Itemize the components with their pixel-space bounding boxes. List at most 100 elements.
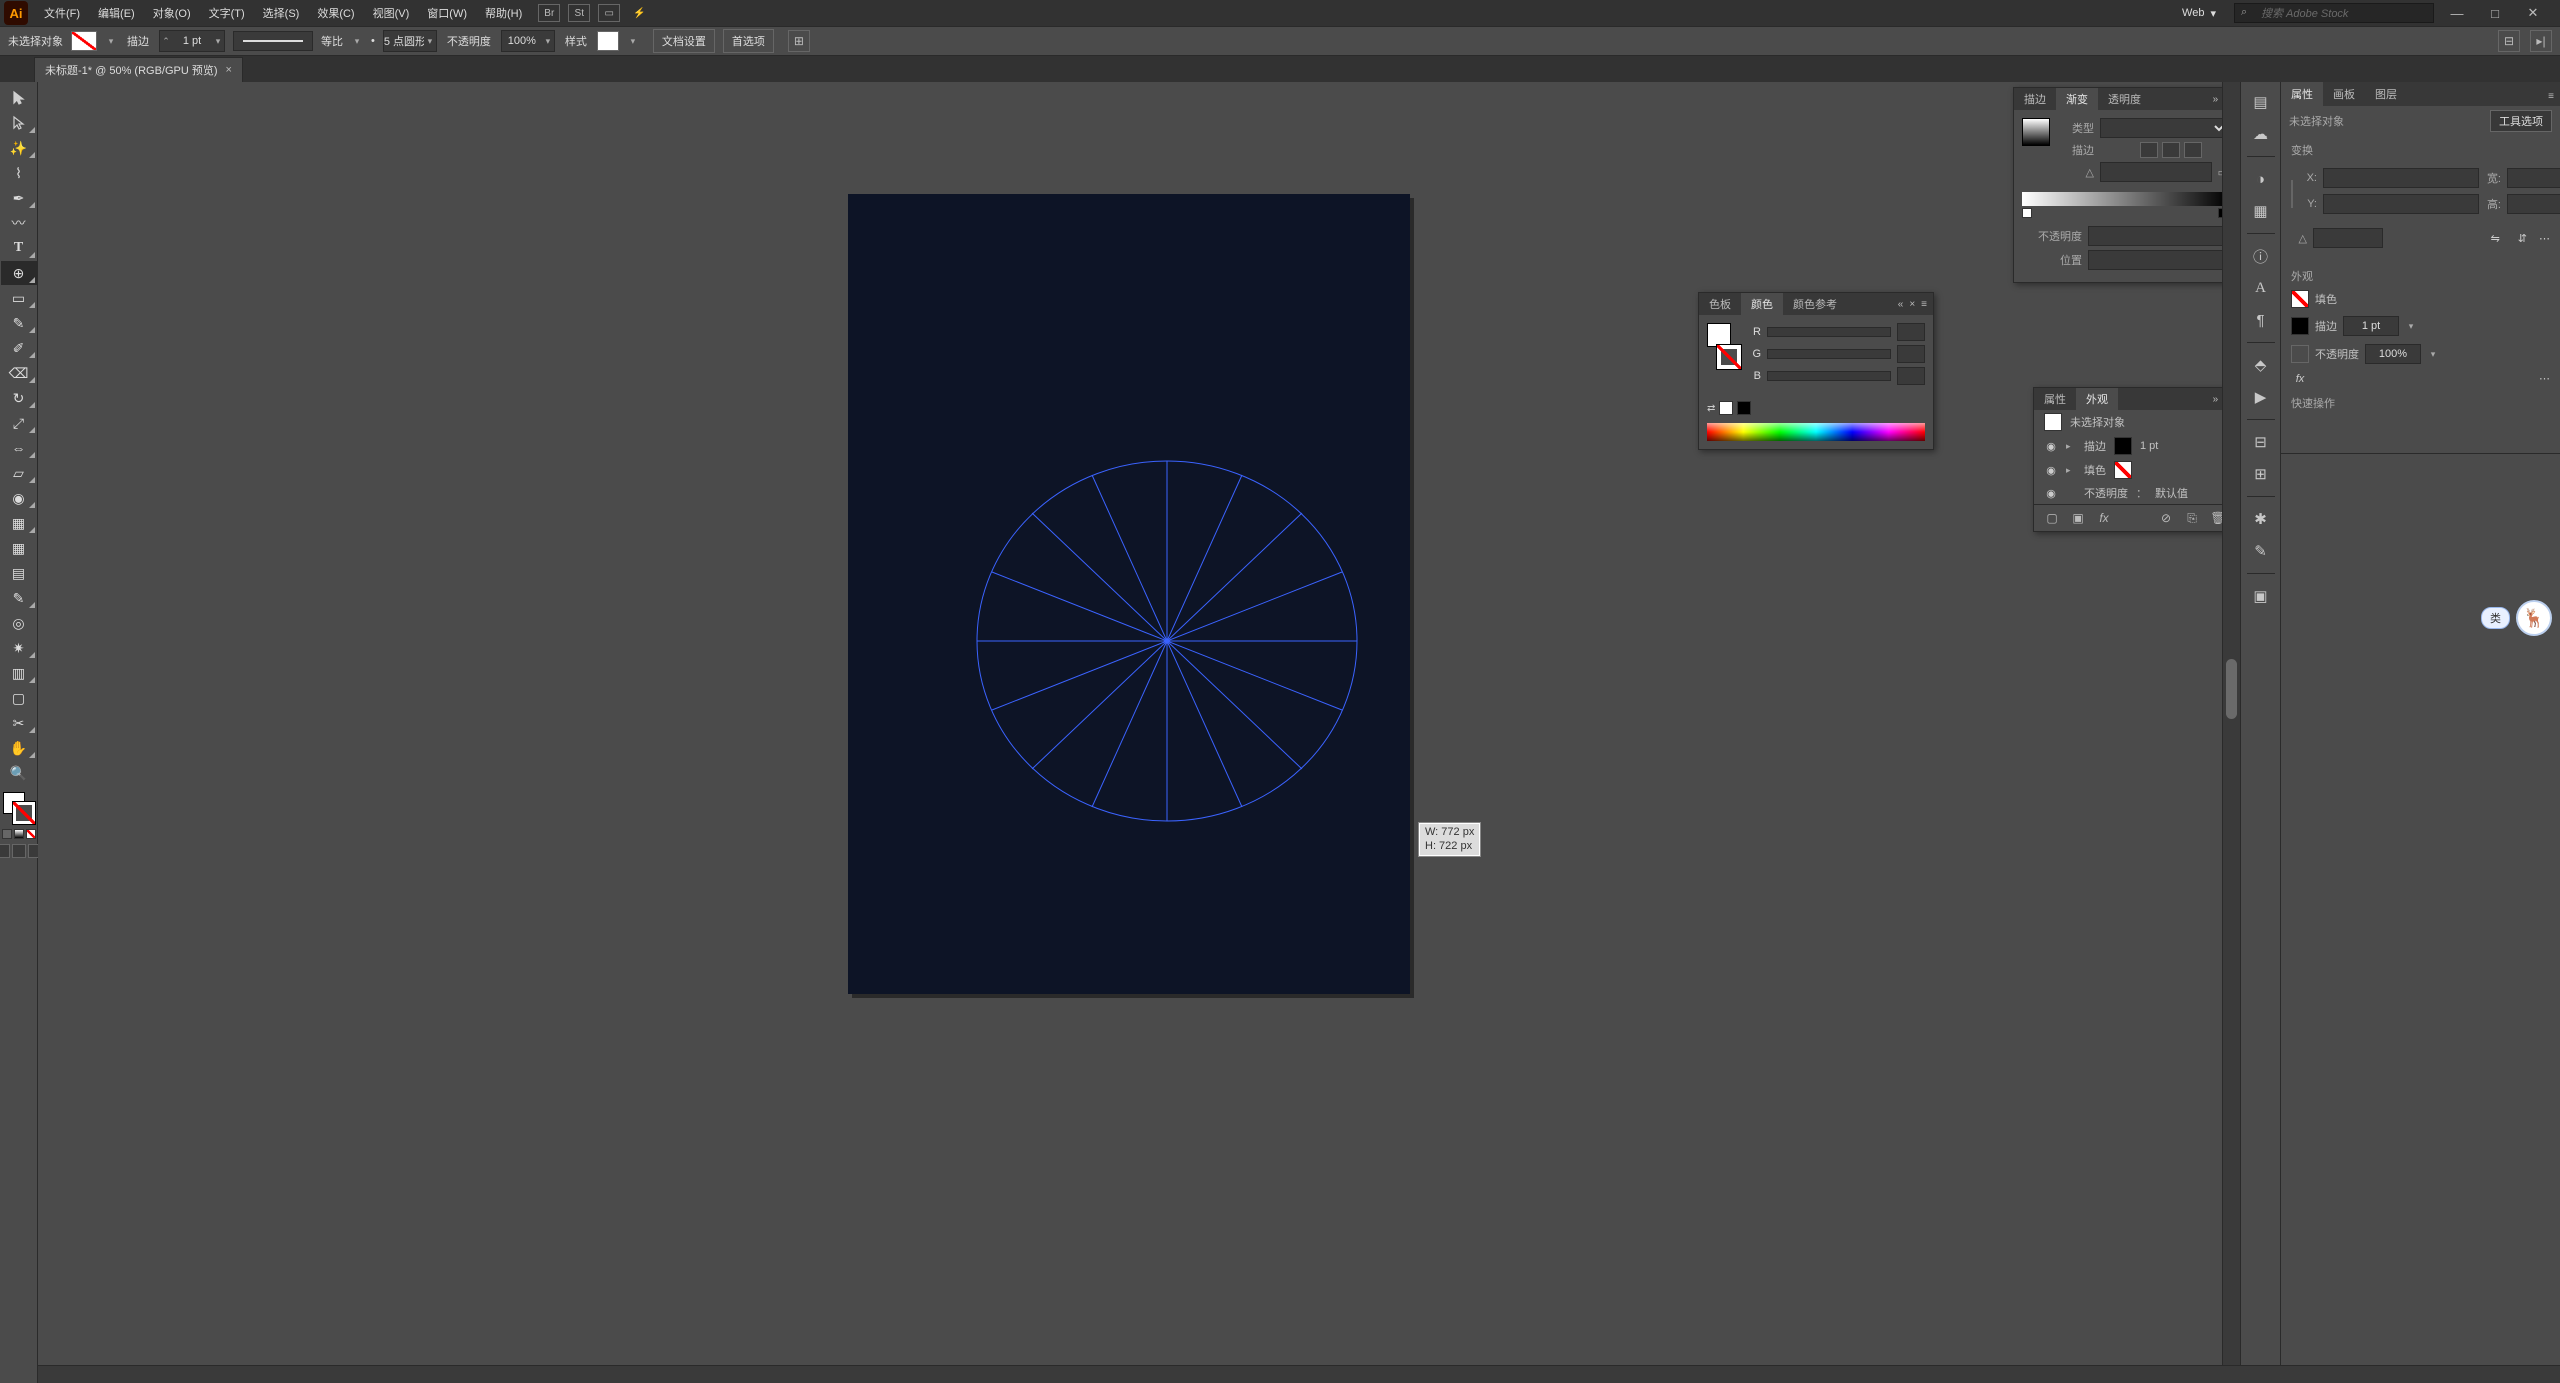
scale-tool[interactable]: ⤢ [1, 411, 37, 435]
chevron-down-icon[interactable]: ▾ [212, 36, 224, 47]
collapse-icon[interactable]: » [2213, 394, 2219, 405]
eyedropper-tool[interactable]: ✎ [1, 586, 37, 610]
stroke-apply-within[interactable] [2140, 142, 2158, 158]
fill-swatch[interactable] [71, 31, 97, 51]
rectangle-tool[interactable]: ▭ [1, 286, 37, 310]
strip-transform-icon[interactable]: ⊞ [2247, 460, 2275, 488]
brush-input[interactable] [384, 35, 424, 47]
tab-appearance[interactable]: 外观 [2076, 388, 2118, 410]
visibility-icon[interactable]: ◉ [2044, 440, 2058, 453]
scroll-thumb[interactable] [2226, 659, 2237, 719]
opacity-stepper[interactable]: ▾ [501, 30, 555, 52]
menu-file[interactable]: 文件(F) [36, 1, 88, 25]
opacity-swatch[interactable] [2291, 345, 2309, 363]
bridge-icon[interactable]: Br [538, 4, 560, 22]
mesh-tool[interactable]: ▦ [1, 536, 37, 560]
opacity-stepper[interactable] [2365, 344, 2421, 364]
menu-effect[interactable]: 效果(C) [309, 1, 362, 25]
stroke-apply-along[interactable] [2162, 142, 2180, 158]
chevron-down-icon[interactable]: ▾ [627, 36, 639, 47]
strip-char-icon[interactable]: A [2247, 274, 2275, 302]
tab-color[interactable]: 颜色 [1741, 293, 1783, 315]
stroke-apply-across[interactable] [2184, 142, 2202, 158]
collapse-icon[interactable]: « [1898, 299, 1904, 310]
artboard-tool[interactable]: ▢ [1, 686, 37, 710]
clear-icon[interactable]: ⊘ [2156, 509, 2176, 527]
menu-window[interactable]: 窗口(W) [419, 1, 475, 25]
visibility-icon[interactable]: ◉ [2044, 487, 2058, 500]
panel-toggle-icon[interactable]: ⊟ [2498, 30, 2520, 52]
menu-type[interactable]: 文字(T) [201, 1, 253, 25]
gradient-panel[interactable]: 描边 渐变 透明度 » ≡ 类型 描边 [2013, 87, 2237, 283]
duplicate-icon[interactable]: ⎘ [2182, 509, 2202, 527]
document-tab[interactable]: 未标题-1* @ 50% (RGB/GPU 预览) × [34, 57, 243, 82]
tab-properties[interactable]: 属性 [2281, 82, 2323, 106]
menu-icon[interactable]: ≡ [2548, 91, 2554, 102]
gradient-type-select[interactable] [2100, 118, 2228, 138]
brush-stepper[interactable]: ▾ [383, 30, 437, 52]
row-stroke-swatch[interactable] [2114, 437, 2132, 455]
strip-properties-icon[interactable]: ▤ [2247, 88, 2275, 116]
rotate-tool[interactable]: ↻ [1, 386, 37, 410]
chevron-down-icon[interactable]: ▾ [351, 36, 363, 47]
stroke-profile[interactable] [233, 31, 313, 51]
gradient-stop-start[interactable] [2022, 208, 2032, 218]
tab-layers[interactable]: 图层 [2365, 82, 2407, 106]
perspective-grid-tool[interactable]: ▦ [1, 511, 37, 535]
vertical-scrollbar[interactable] [2222, 82, 2240, 1365]
color-mode-solid[interactable] [2, 829, 12, 839]
menu-help[interactable]: 帮助(H) [477, 1, 530, 25]
stroke-weight-input[interactable] [172, 35, 212, 47]
strip-asset-icon[interactable]: ▣ [2247, 582, 2275, 610]
free-transform-tool[interactable]: ▱ [1, 461, 37, 485]
tab-gradient[interactable]: 渐变 [2056, 88, 2098, 110]
strip-info-icon[interactable]: ⓘ [2247, 242, 2275, 270]
close-icon[interactable]: × [1909, 299, 1915, 310]
tab-stroke[interactable]: 描边 [2014, 88, 2056, 110]
width-tool[interactable]: ⇔ [1, 436, 37, 460]
type-tool[interactable]: T [1, 236, 37, 260]
horizontal-scrollbar[interactable] [38, 1365, 2560, 1383]
strip-libraries-icon[interactable]: ☁ [2247, 120, 2275, 148]
chevron-down-icon[interactable]: ▾ [2405, 321, 2417, 332]
gradient-ramp[interactable] [2022, 192, 2228, 206]
menu-select[interactable]: 选择(S) [255, 1, 308, 25]
chevron-right-icon[interactable]: ▸ [2066, 465, 2076, 476]
color-panel[interactable]: 色板 颜色 颜色参考 « × ≡ R G [1698, 292, 1934, 450]
symbol-sprayer-tool[interactable]: ✷ [1, 636, 37, 660]
tab-artboards[interactable]: 画板 [2323, 82, 2365, 106]
column-graph-tool[interactable]: ▥ [1, 661, 37, 685]
input-h[interactable] [2507, 194, 2560, 214]
menu-icon[interactable]: ≡ [1921, 299, 1927, 310]
input-y[interactable] [2323, 194, 2479, 214]
strip-swatches-icon[interactable]: ▦ [2247, 197, 2275, 225]
eraser-tool[interactable]: ⌫ [1, 361, 37, 385]
zoom-tool[interactable]: 🔍 [1, 761, 37, 785]
strip-brush-icon[interactable]: ✎ [2247, 537, 2275, 565]
assistant-icon[interactable]: 🦌 [2516, 600, 2552, 636]
stroke-color[interactable] [13, 802, 35, 824]
pen-tool[interactable]: ✒ [1, 186, 37, 210]
blend-tool[interactable]: ◎ [1, 611, 37, 635]
tab-properties-mini[interactable]: 属性 [2034, 388, 2076, 410]
artboard-1[interactable] [848, 194, 1410, 994]
value-b[interactable] [1897, 367, 1925, 385]
color-mode-gradient[interactable] [14, 829, 24, 839]
shaper-tool[interactable]: ✐ [1, 336, 37, 360]
hand-tool[interactable]: ✋ [1, 736, 37, 760]
tab-swatches[interactable]: 色板 [1699, 293, 1741, 315]
shape-builder-tool[interactable]: ◉ [1, 486, 37, 510]
menu-view[interactable]: 视图(V) [365, 1, 418, 25]
more-options-icon[interactable]: ⋯ [2539, 232, 2550, 245]
close-icon[interactable]: × [226, 64, 232, 76]
menu-object[interactable]: 对象(O) [145, 1, 199, 25]
slice-tool[interactable]: ✂ [1, 711, 37, 735]
flip-v-icon[interactable]: ⇵ [2512, 232, 2533, 245]
fill-stroke-control[interactable] [1, 790, 37, 826]
graphic-style-swatch[interactable] [597, 31, 619, 51]
menu-edit[interactable]: 编辑(E) [90, 1, 143, 25]
flip-h-icon[interactable]: ⇋ [2485, 232, 2506, 245]
swap-icon[interactable]: ⇄ [1707, 403, 1715, 414]
window-minimize[interactable]: — [2442, 6, 2472, 21]
draw-behind[interactable] [12, 844, 26, 858]
